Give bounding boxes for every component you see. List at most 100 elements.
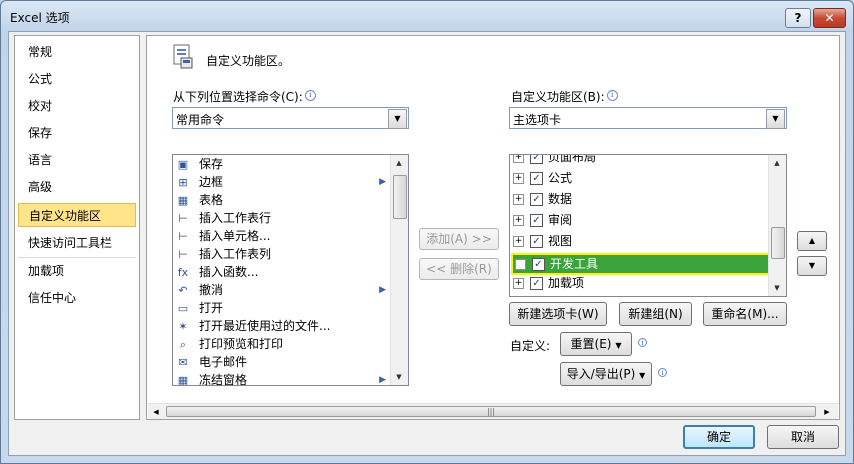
horizontal-scroll-thumb[interactable]: |||: [166, 406, 816, 417]
scroll-thumb[interactable]: [393, 175, 407, 219]
nav-item-general[interactable]: 常规: [15, 40, 139, 64]
nav-item-formulas[interactable]: 公式: [15, 67, 139, 91]
tab-checkbox[interactable]: ✓: [532, 258, 545, 271]
arrow-up-icon: ▲: [808, 236, 816, 245]
ribbon-tab-label: 数据: [548, 192, 573, 206]
expand-icon[interactable]: +: [513, 215, 524, 226]
nav-divider: [18, 257, 136, 258]
insert-column-icon: ⊢: [178, 247, 188, 261]
ribbon-tab-item[interactable]: + ✓ 公式: [513, 169, 572, 187]
ribbon-tab-item[interactable]: + ✓ 数据: [513, 190, 572, 208]
ribbon-tab-label: 视图: [548, 234, 573, 248]
nav-item-language[interactable]: 语言: [15, 148, 139, 172]
command-item[interactable]: ✉ 电子邮件: [175, 353, 247, 371]
command-item[interactable]: ▦ 冻结窗格: [175, 371, 248, 386]
import-export-button[interactable]: 导入/导出(P) ▼: [560, 362, 652, 386]
commands-list[interactable]: ▣ 保存 ⊞ 边框 ▶ ▦ 表格 ⊢ 插入工作表行 ⊢ 插入单元格... ⊢ 插入工作表列 fx 插入函数.…: [172, 154, 409, 386]
ok-button[interactable]: 确定: [683, 425, 755, 449]
command-label: 冻结窗格: [199, 373, 248, 386]
tab-checkbox[interactable]: ✓: [530, 155, 543, 164]
scroll-right-icon[interactable]: ▶: [821, 406, 833, 418]
command-item[interactable]: ✶ 打开最近使用过的文件...: [175, 317, 330, 335]
freeze-panes-icon: ▦: [177, 373, 189, 386]
ribbon-tab-label: 页面布局: [548, 154, 597, 164]
save-icon: ▣: [177, 157, 189, 171]
chevron-down-icon: ▼: [388, 109, 407, 129]
ribbon-tab-item[interactable]: + ✓ 开发工具: [511, 253, 773, 275]
undo-icon: ↶: [178, 283, 188, 297]
expand-icon[interactable]: +: [513, 155, 524, 163]
title-bar: Excel 选项 ? ✕: [0, 0, 854, 30]
move-up-button[interactable]: ▲: [797, 231, 827, 251]
ribbon-tab-item[interactable]: + ✓ 页面布局: [513, 154, 597, 166]
add-button[interactable]: 添加(A) >>: [419, 228, 499, 250]
scroll-thumb[interactable]: [771, 227, 785, 259]
nav-item-advanced[interactable]: 高级: [15, 175, 139, 199]
tab-checkbox[interactable]: ✓: [530, 172, 543, 185]
panel-heading: 自定义功能区。: [206, 54, 291, 68]
command-item[interactable]: fx 插入函数...: [175, 263, 259, 281]
new-tab-button[interactable]: 新建选项卡(W): [509, 302, 607, 326]
command-item[interactable]: ⊢ 插入工作表行: [175, 209, 271, 227]
commands-scrollbar[interactable]: ▲ ▼: [390, 155, 408, 385]
command-label: 插入工作表列: [199, 247, 272, 261]
ribbon-tab-label: 公式: [548, 171, 573, 185]
help-button[interactable]: ?: [785, 8, 811, 28]
tab-checkbox[interactable]: ✓: [530, 277, 543, 290]
command-item[interactable]: ▣ 保存: [175, 155, 223, 173]
ribbon-tabs-tree[interactable]: + ✓ 页面布局 + ✓ 公式 + ✓ 数据 + ✓ 审阅 + ✓ 视图 + ✓ 开发工具 + ✓ 加载项 ▲ ▼: [509, 154, 787, 297]
tab-checkbox[interactable]: ✓: [530, 235, 543, 248]
expand-icon[interactable]: +: [513, 278, 524, 289]
command-label: 边框: [199, 175, 224, 189]
ribbon-tab-label: 加载项: [548, 276, 585, 290]
scroll-down-icon[interactable]: ▼: [769, 280, 785, 296]
options-nav: 常规 公式 校对 保存 语言 高级 自定义功能区 快速访问工具栏 加载项 信任中…: [14, 35, 140, 420]
expand-icon[interactable]: +: [513, 173, 524, 184]
scroll-left-icon[interactable]: ◀: [150, 406, 162, 418]
border-icon: ⊞: [178, 175, 188, 189]
choose-commands-dropdown[interactable]: 常用命令 ▼: [172, 107, 409, 129]
command-item[interactable]: ⊞ 边框: [175, 173, 223, 191]
nav-item-proofing[interactable]: 校对: [15, 94, 139, 118]
command-item[interactable]: ⌕ 打印预览和打印: [175, 335, 283, 353]
command-item[interactable]: ↶ 撤消: [175, 281, 223, 299]
customize-ribbon-dropdown[interactable]: 主选项卡 ▼: [509, 107, 787, 129]
tab-checkbox[interactable]: ✓: [530, 214, 543, 227]
command-label: 保存: [199, 157, 224, 171]
command-item[interactable]: ▦ 表格: [175, 191, 223, 209]
reset-button[interactable]: 重置(E) ▼: [560, 332, 632, 356]
command-label: 打开: [199, 301, 224, 315]
tree-scrollbar[interactable]: ▲ ▼: [768, 155, 786, 296]
scroll-up-icon[interactable]: ▲: [769, 155, 785, 171]
expand-icon[interactable]: +: [513, 236, 524, 247]
nav-item-save[interactable]: 保存: [15, 121, 139, 145]
open-folder-icon: ▭: [177, 301, 189, 315]
nav-item-add-ins[interactable]: 加载项: [15, 259, 139, 283]
command-item[interactable]: ⊢ 插入单元格...: [175, 227, 270, 245]
command-item[interactable]: ⊢ 插入工作表列: [175, 245, 271, 263]
function-icon: fx: [177, 265, 189, 279]
cancel-button[interactable]: 取消: [767, 425, 839, 449]
nav-item-quick-access-toolbar[interactable]: 快速访问工具栏: [15, 231, 139, 255]
command-item[interactable]: ▭ 打开: [175, 299, 223, 317]
ribbon-tab-label: 审阅: [548, 213, 573, 227]
move-down-button[interactable]: ▼: [797, 256, 827, 276]
nav-item-customize-ribbon[interactable]: 自定义功能区: [18, 203, 136, 227]
choose-commands-label: 从下列位置选择命令(C): i: [173, 88, 316, 105]
ribbon-tab-item[interactable]: + ✓ 视图: [513, 232, 572, 250]
scroll-up-icon[interactable]: ▲: [391, 155, 407, 171]
email-icon: ✉: [178, 355, 188, 369]
panel-horizontal-scrollbar[interactable]: ◀ ||| ▶: [148, 403, 838, 419]
new-group-button[interactable]: 新建组(N): [619, 302, 692, 326]
rename-button[interactable]: 重命名(M)...: [703, 302, 787, 326]
ribbon-tab-item[interactable]: + ✓ 审阅: [513, 211, 572, 229]
expand-icon[interactable]: +: [513, 194, 524, 205]
ribbon-tab-item[interactable]: + ✓ 加载项: [513, 274, 584, 292]
remove-button[interactable]: << 删除(R): [419, 258, 499, 280]
close-button[interactable]: ✕: [813, 8, 846, 28]
scroll-down-icon[interactable]: ▼: [391, 369, 407, 385]
nav-item-trust-center[interactable]: 信任中心: [15, 286, 139, 310]
print-preview-icon: ⌕: [179, 337, 187, 351]
expand-icon[interactable]: +: [515, 259, 526, 270]
tab-checkbox[interactable]: ✓: [530, 193, 543, 206]
